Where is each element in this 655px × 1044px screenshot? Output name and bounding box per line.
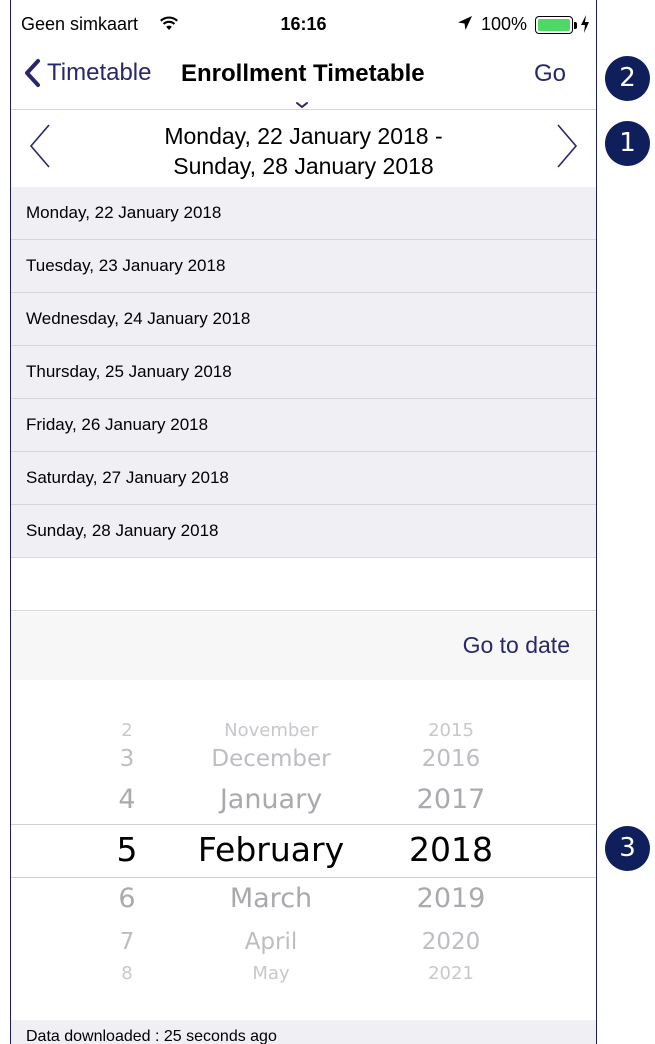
day-row-tuesday[interactable]: Tuesday, 23 January 2018 (11, 240, 596, 293)
battery-tip (574, 22, 577, 29)
picker-year-item[interactable]: 2021 (391, 963, 511, 984)
navigation-bar: Timetable Enrollment Timetable Go (11, 44, 596, 110)
picker-year-item[interactable]: 2019 (391, 883, 511, 914)
picker-month-item[interactable]: January (171, 784, 371, 815)
day-row-thursday[interactable]: Thursday, 25 January 2018 (11, 346, 596, 399)
picker-day-item[interactable]: 4 (87, 784, 167, 815)
callout-badge: 1 (605, 121, 650, 166)
picker-day-item[interactable]: 3 (87, 746, 167, 772)
page-title: Enrollment Timetable (181, 60, 425, 87)
charging-bolt-icon (580, 14, 590, 39)
prev-week-icon[interactable] (27, 121, 53, 176)
picker-year-item[interactable]: 2020 (391, 929, 511, 955)
day-list: Monday, 22 January 2018 Tuesday, 23 Janu… (11, 187, 596, 558)
picker-day-item[interactable]: 2 (87, 720, 167, 741)
picker-month-selected[interactable]: February (171, 830, 371, 869)
picker-year-selected[interactable]: 2018 (391, 830, 511, 869)
day-row-friday[interactable]: Friday, 26 January 2018 (11, 399, 596, 452)
week-header: Monday, 22 January 2018 - Sunday, 28 Jan… (11, 111, 596, 186)
phone-screen: Geen simkaart 16:16 100% Timetable Enrol… (10, 0, 597, 1044)
picker-year-column[interactable]: 2015 2016 2017 2018 2019 2020 2021 (391, 680, 511, 1020)
week-range-start: Monday, 22 January 2018 - (164, 123, 443, 149)
picker-day-column[interactable]: 2 3 4 5 6 7 8 (87, 680, 167, 1020)
footer-status: Data downloaded : 25 seconds ago (11, 1020, 596, 1044)
picker-day-item[interactable]: 8 (87, 963, 167, 984)
day-row-monday[interactable]: Monday, 22 January 2018 (11, 187, 596, 240)
day-row-wednesday[interactable]: Wednesday, 24 January 2018 (11, 293, 596, 346)
callout-badge: 2 (605, 56, 650, 101)
list-spacer (11, 558, 596, 611)
picker-month-item[interactable]: December (171, 746, 371, 772)
battery-icon (535, 16, 573, 34)
week-range-end: Sunday, 28 January 2018 (173, 153, 434, 179)
picker-month-item[interactable]: November (171, 720, 371, 741)
day-row-saturday[interactable]: Saturday, 27 January 2018 (11, 452, 596, 505)
chevron-left-icon (25, 59, 40, 87)
picker-month-item[interactable]: May (171, 963, 371, 984)
go-to-date-button[interactable]: Go to date (463, 632, 570, 659)
date-picker[interactable]: 2 3 4 5 6 7 8 November December January February M… (11, 680, 596, 1020)
picker-day-item[interactable]: 7 (87, 929, 167, 955)
location-arrow-icon (457, 15, 473, 36)
picker-day-item[interactable]: 6 (87, 883, 167, 914)
go-button[interactable]: Go (534, 60, 566, 88)
back-button-label: Timetable (47, 59, 152, 86)
next-week-icon[interactable] (554, 121, 580, 176)
picker-month-item[interactable]: April (171, 929, 371, 955)
week-range: Monday, 22 January 2018 - Sunday, 28 Jan… (71, 121, 536, 181)
picker-year-item[interactable]: 2017 (391, 784, 511, 815)
battery-percent: 100% (481, 14, 528, 34)
goto-toolbar: Go to date (11, 612, 596, 680)
status-bar: Geen simkaart 16:16 100% (11, 0, 596, 44)
picker-day-selected[interactable]: 5 (87, 830, 167, 869)
callout-badge: 3 (605, 826, 650, 871)
picker-month-column[interactable]: November December January February March Apri… (171, 680, 371, 1020)
day-row-sunday[interactable]: Sunday, 28 January 2018 (11, 505, 596, 558)
picker-year-item[interactable]: 2015 (391, 720, 511, 741)
back-button[interactable]: Timetable (23, 58, 151, 88)
picker-year-item[interactable]: 2016 (391, 746, 511, 772)
picker-month-item[interactable]: March (171, 883, 371, 914)
